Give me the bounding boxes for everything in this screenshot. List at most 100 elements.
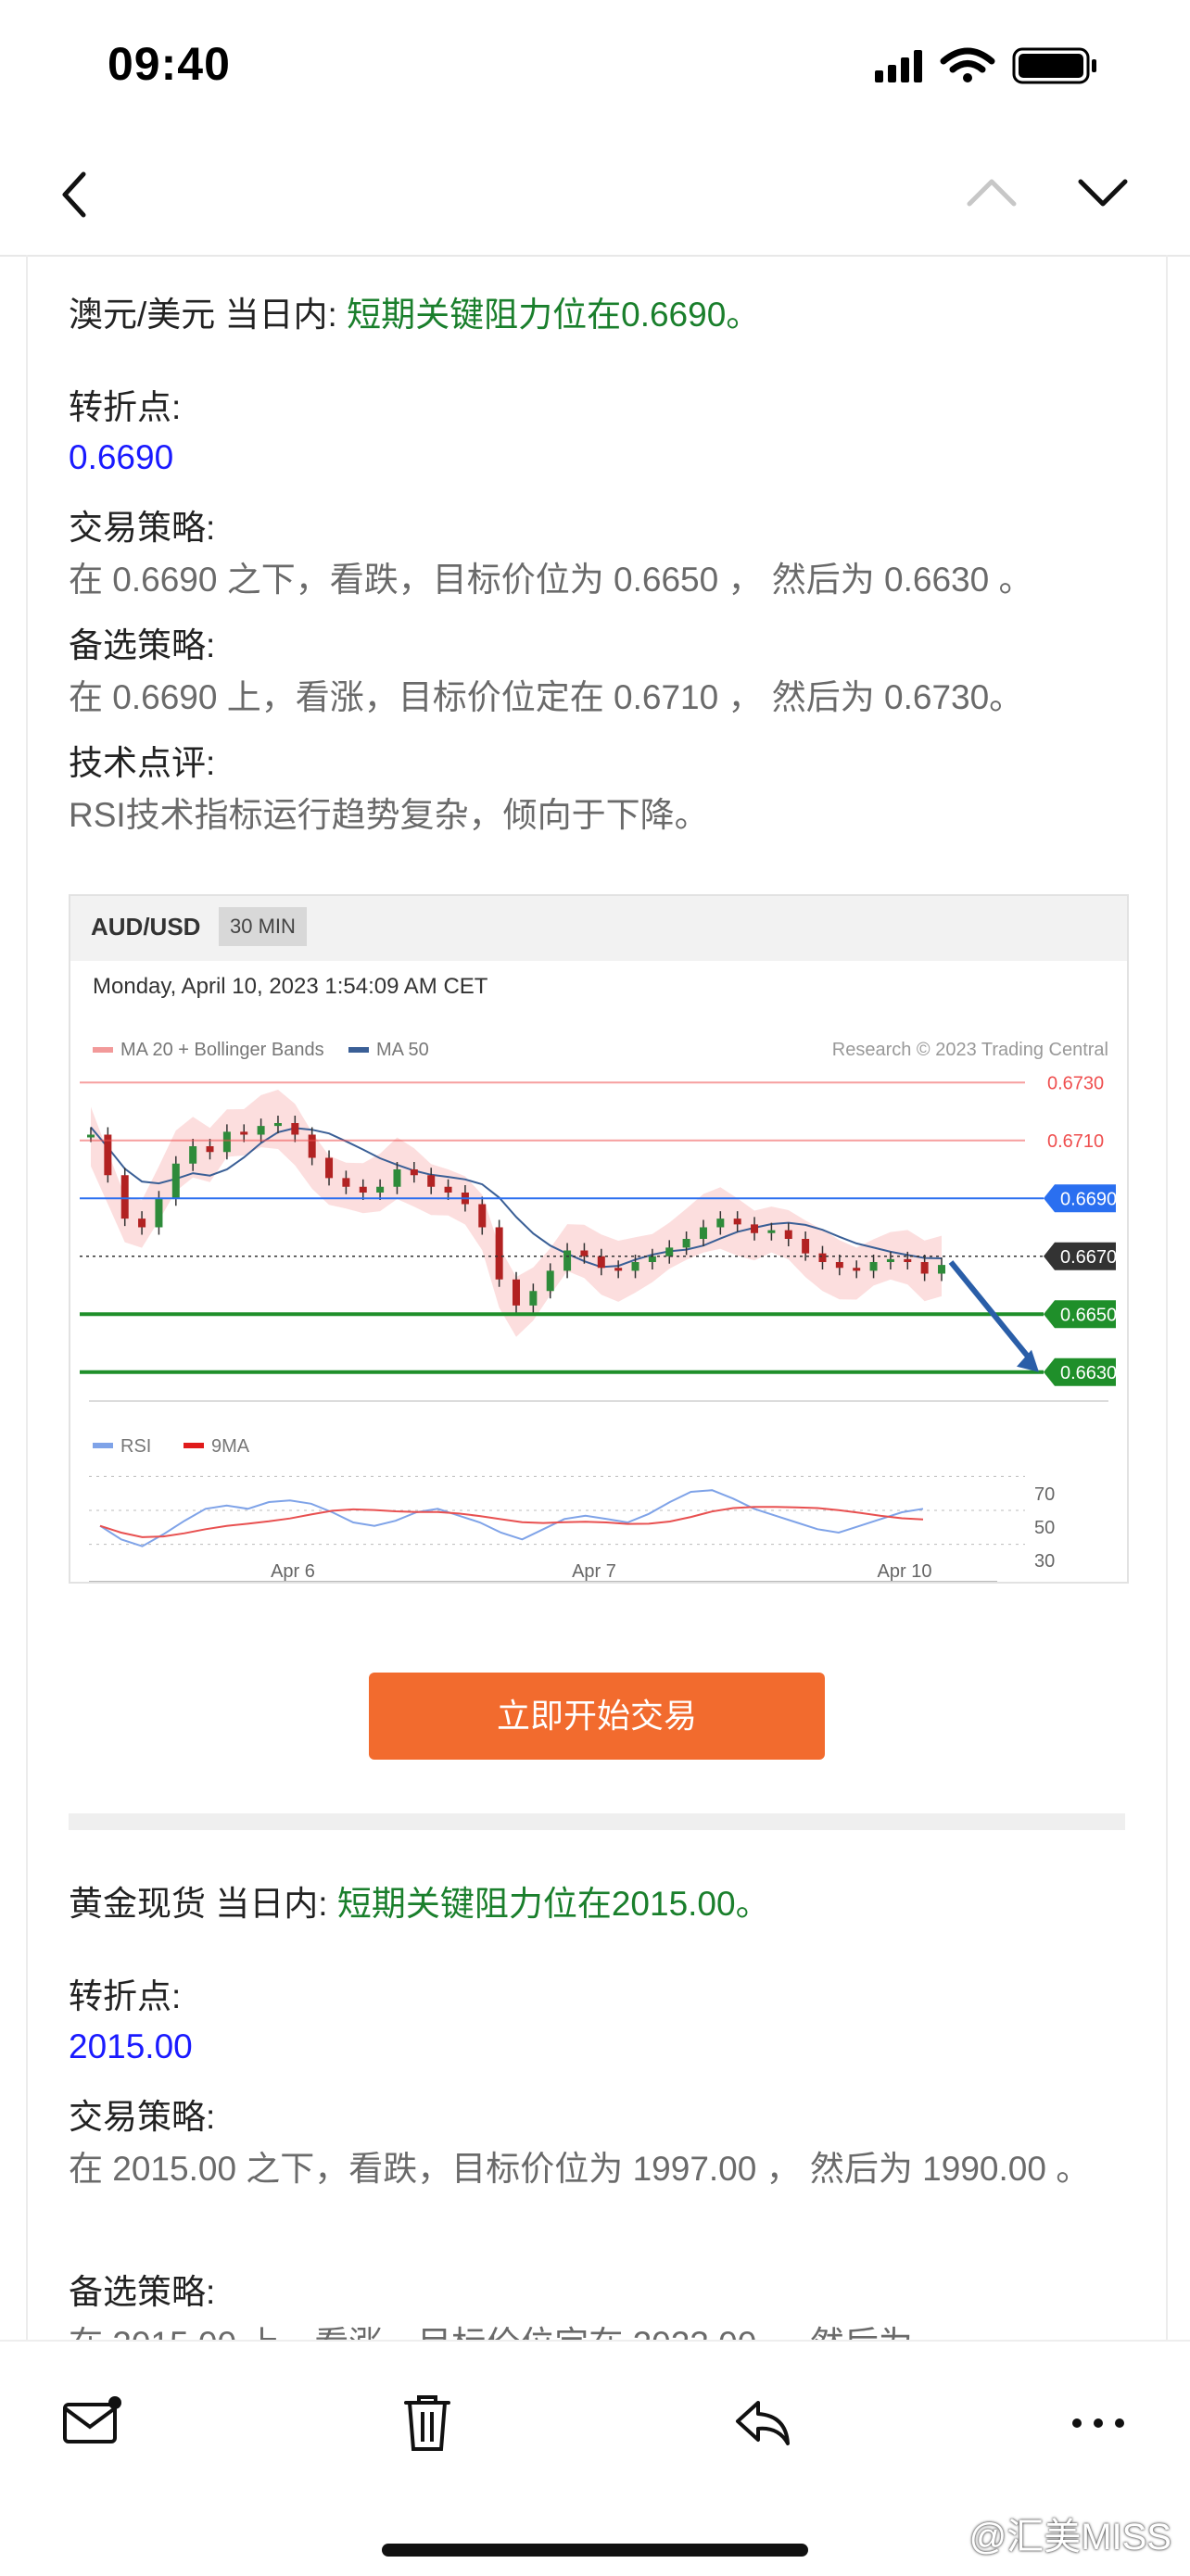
status-icons [875, 44, 1116, 85]
alt-strategy-text-gold: 在 2015.00 上，看涨，目标价位定在 2023.00 ， 然后为 [69, 2317, 1144, 2340]
candle-body [240, 1131, 248, 1135]
candle-body [614, 1268, 623, 1271]
mark-unread-button[interactable] [59, 2390, 124, 2455]
alt-strategy-block-gold: 备选策略: 在 2015.00 上，看涨，目标价位定在 2023.00 ， 然后… [69, 2267, 1144, 2340]
level-label: 0.6670 [1060, 1247, 1117, 1268]
strategy-text: 在 0.6690 之下，看跌，目标价位为 0.6650 ， 然后为 0.6630… [69, 561, 1033, 599]
email-body[interactable]: 澳元/美元 当日内: 短期关键阻力位在0.6690。 转折点: 0.6690 交… [26, 255, 1168, 2340]
chevron-down-icon [1078, 179, 1128, 207]
instrument-label: 澳元/美元 当日内: [69, 296, 337, 334]
candle-body [784, 1230, 792, 1239]
candle-body [308, 1134, 316, 1158]
strategy-label: 交易策略: [69, 509, 216, 547]
candle-body [273, 1123, 282, 1127]
candle-body [359, 1186, 367, 1193]
candle-body [529, 1291, 538, 1306]
analysis-section-gold: 黄金现货 当日内: 短期关键阻力位在2015.00。 [69, 1881, 1144, 1927]
candle-body [938, 1265, 945, 1274]
more-button[interactable] [1066, 2390, 1131, 2455]
analysis-section-audusd: 澳元/美元 当日内: 短期关键阻力位在0.6690。 [69, 292, 1144, 338]
reply-button[interactable] [730, 2390, 795, 2455]
status-bar: 09:40 [0, 0, 1190, 130]
candle-body [682, 1239, 690, 1248]
strategy-block-gold: 交易策略: 在 2015.00 之下，看跌，目标价位为 1997.00 ， 然后… [69, 2092, 1144, 2196]
candle-body [631, 1262, 639, 1271]
candle-body [767, 1230, 776, 1233]
pivot-value-gold: 2015.00 [69, 2027, 193, 2065]
comment-text: RSI技术指标运行趋势复杂，倾向于下降。 [69, 796, 709, 834]
legend-swatch-ma20 [93, 1047, 113, 1053]
instrument-label-gold: 黄金现货 当日内: [69, 1885, 328, 1923]
level-label: 0.6650 [1060, 1305, 1117, 1325]
candle-body [886, 1258, 894, 1262]
rsi-9ma-line [99, 1506, 924, 1538]
watermark: @汇美MISS [968, 2517, 1171, 2557]
candle-body [699, 1227, 707, 1239]
strategy-block: 交易策略: 在 0.6690 之下，看跌，目标价位为 0.6650 ， 然后为 … [69, 503, 1144, 607]
x-tick-label: Apr 10 [878, 1561, 932, 1582]
level-label: 0.6710 [1047, 1131, 1104, 1152]
more-icon [1072, 2418, 1124, 2428]
candle-body [376, 1186, 385, 1193]
candle-body [444, 1186, 452, 1193]
candle-body [206, 1146, 214, 1153]
candle-body [478, 1204, 487, 1228]
price-pane [87, 1090, 945, 1337]
rsi-level-30: 30 [1034, 1551, 1055, 1572]
candle-body [869, 1262, 878, 1271]
strategy-label-gold: 交易策略: [69, 2098, 216, 2136]
envelope-icon [63, 2396, 121, 2443]
x-tick-label: Apr 7 [572, 1561, 616, 1582]
pivot-value: 0.6690 [69, 438, 174, 476]
rsi-line [99, 1489, 924, 1547]
candle-body [716, 1219, 725, 1228]
previous-message-button[interactable] [964, 174, 1019, 211]
candle-body [665, 1247, 674, 1256]
candle-body [580, 1250, 589, 1256]
legend-swatch-9ma [184, 1443, 204, 1448]
candle-body [171, 1163, 180, 1199]
back-button[interactable] [48, 167, 104, 222]
alt-strategy-label-gold: 备选策略: [69, 2273, 216, 2311]
candle-body [325, 1157, 334, 1179]
next-message-button[interactable] [1075, 174, 1131, 211]
candle-body [563, 1250, 572, 1271]
candle-body [257, 1126, 265, 1135]
x-tick-label: Apr 6 [271, 1561, 315, 1582]
comment-block: 技术点评: RSI技术指标运行趋势复杂，倾向于下降。 [69, 739, 1144, 842]
candle-body [189, 1146, 197, 1164]
headline-key-level-gold: 短期关键阻力位在2015.00。 [336, 1885, 770, 1923]
candle-body [904, 1258, 912, 1262]
level-label: 0.6690 [1060, 1189, 1117, 1209]
reply-icon [736, 2401, 790, 2445]
mail-nav-bar [0, 130, 1190, 257]
legend-swatch-rsi [93, 1443, 113, 1448]
candle-body [120, 1175, 129, 1219]
pivot-block-gold: 转折点: 2015.00 [69, 1972, 1144, 2072]
delete-button[interactable] [395, 2390, 460, 2455]
section-headline: 澳元/美元 当日内: 短期关键阻力位在0.6690。 [69, 292, 1144, 338]
home-indicator[interactable] [382, 2544, 808, 2557]
candle-body [835, 1262, 843, 1269]
candle-body [802, 1239, 810, 1254]
legend-ma20: MA 20 + Bollinger Bands [120, 1040, 324, 1060]
section-divider [69, 1813, 1125, 1830]
legend-ma50: MA 50 [376, 1040, 429, 1060]
candle-body [920, 1262, 929, 1274]
rsi-pane: Apr 6 Apr 7 Apr 10 [89, 1475, 1025, 1582]
candle-body [648, 1256, 656, 1262]
chevron-up-icon [967, 179, 1017, 207]
legend-rsi: RSI [120, 1436, 151, 1457]
legend-9ma: 9MA [211, 1436, 250, 1457]
bottom-toolbar: @汇美MISS [0, 2340, 1190, 2576]
pivot-label-gold: 转折点: [69, 1977, 182, 2015]
start-trading-button[interactable]: 立即开始交易 [369, 1673, 825, 1760]
rsi-level-70: 70 [1034, 1484, 1055, 1505]
candle-body [513, 1279, 520, 1306]
level-label: 0.6730 [1047, 1073, 1104, 1093]
candle-body [342, 1178, 350, 1187]
candle-body [222, 1131, 231, 1153]
alt-strategy-label: 备选策略: [69, 626, 216, 664]
candle-body [733, 1219, 741, 1225]
comment-label: 技术点评: [69, 744, 216, 782]
